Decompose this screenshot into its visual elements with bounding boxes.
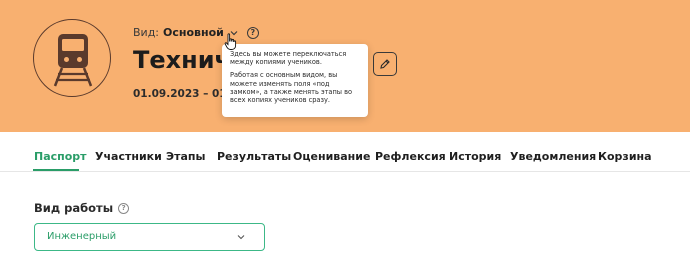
tab-reflection[interactable]: Рефлексия [375,150,446,163]
work-type-select[interactable]: Инженерный [34,223,265,251]
view-help-tooltip: Здесь вы можете переключаться между копи… [222,44,368,117]
help-icon[interactable]: ? [118,202,130,214]
page-title: Техничес [133,46,228,74]
tab-bar: Паспорт Участники Этапы Результаты Оцени… [0,132,690,172]
work-type-label: Вид работы ? [34,201,130,215]
tab-trash[interactable]: Корзина [598,150,652,163]
tab-stages[interactable]: Этапы [166,150,205,163]
active-tab-indicator [33,169,79,171]
tab-history[interactable]: История [449,150,501,163]
tab-notifications[interactable]: Уведомления [510,150,596,163]
view-value[interactable]: Основной [163,26,224,39]
pencil-icon [380,59,390,69]
help-icon[interactable]: ? [246,26,259,39]
project-avatar [33,19,111,97]
train-icon [53,34,93,87]
tab-evaluation[interactable]: Оценивание [293,150,370,163]
tooltip-text-2: Работая с основным видом, вы можете изме… [230,71,352,105]
work-type-selected-value: Инженерный [47,231,117,242]
chevron-down-icon [237,235,245,240]
view-switcher[interactable]: Вид: Основной ? [133,26,259,39]
edit-title-button[interactable] [373,52,397,76]
tab-passport[interactable]: Паспорт [34,150,87,163]
project-dates: 01.09.2023 – 01.03 [133,88,225,100]
cursor-hand-icon [224,33,237,50]
tab-results[interactable]: Результаты [217,150,291,163]
tab-participants[interactable]: Участники [95,150,162,163]
view-label: Вид: [133,26,160,39]
work-type-label-text: Вид работы [34,201,114,215]
tooltip-text-1: Здесь вы можете переключаться между копи… [230,50,347,67]
